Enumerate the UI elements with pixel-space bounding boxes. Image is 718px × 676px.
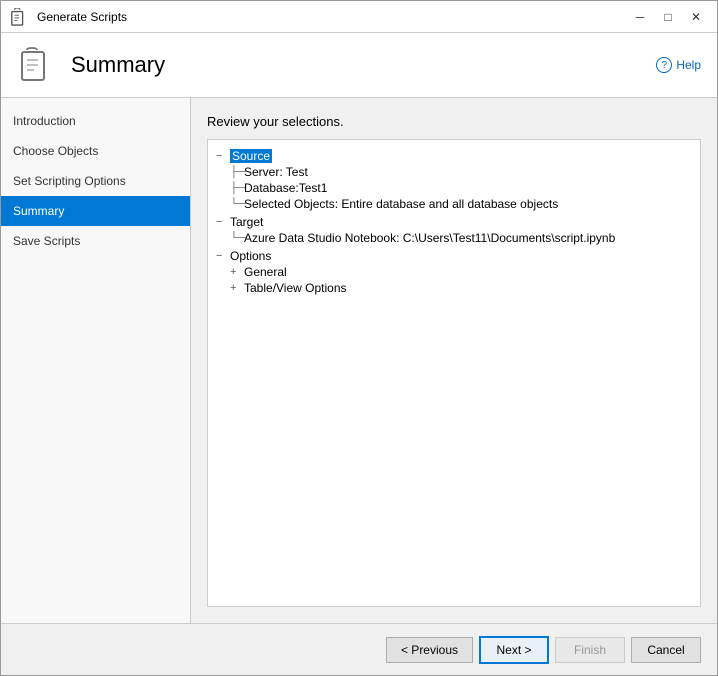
- review-label: Review your selections.: [207, 114, 344, 129]
- sidebar-item-introduction[interactable]: Introduction: [1, 106, 190, 136]
- options-toggle[interactable]: −: [216, 250, 230, 262]
- sidebar-item-set-scripting-options[interactable]: Set Scripting Options: [1, 166, 190, 196]
- tree-selected-objects-row: └─ Selected Objects: Entire database and…: [216, 196, 692, 212]
- target-toggle[interactable]: −: [216, 216, 230, 228]
- main-content: Review your selections. − Source ├─ Serv…: [191, 98, 717, 623]
- source-label: Source: [230, 149, 272, 163]
- finish-button[interactable]: Finish: [555, 637, 625, 663]
- app-icon: [9, 7, 29, 27]
- tree-server-row: ├─ Server: Test: [216, 164, 692, 180]
- selected-objects-label: Selected Objects: Entire database and al…: [244, 197, 558, 211]
- header-icon: [17, 45, 57, 85]
- minimize-button[interactable]: ─: [627, 7, 653, 27]
- tree-target-row: − Target: [216, 214, 692, 230]
- sidebar-item-save-scripts[interactable]: Save Scripts: [1, 226, 190, 256]
- tableview-toggle[interactable]: +: [230, 282, 244, 294]
- title-bar: Generate Scripts ─ □ ✕: [1, 1, 717, 33]
- main-window: Generate Scripts ─ □ ✕ Summary ? Help: [0, 0, 718, 676]
- notebook-label: Azure Data Studio Notebook: C:\Users\Tes…: [244, 231, 615, 245]
- target-label: Target: [230, 215, 263, 229]
- sidebar-item-summary[interactable]: Summary: [1, 196, 190, 226]
- cancel-button[interactable]: Cancel: [631, 637, 701, 663]
- header-section: Summary ? Help: [1, 33, 717, 98]
- sidebar: Introduction Choose Objects Set Scriptin…: [1, 98, 191, 623]
- general-label: General: [244, 265, 287, 279]
- help-label: Help: [676, 58, 701, 72]
- tree-source-row: − Source: [216, 148, 692, 164]
- tree-notebook-row: └─ Azure Data Studio Notebook: C:\Users\…: [216, 230, 692, 246]
- main-header: Review your selections.: [207, 114, 701, 129]
- tableview-label: Table/View Options: [244, 281, 347, 295]
- content-area: Introduction Choose Objects Set Scriptin…: [1, 98, 717, 623]
- tree-database-row: ├─ Database:Test1: [216, 180, 692, 196]
- tree-tableview-row: + Table/View Options: [216, 280, 692, 296]
- close-button[interactable]: ✕: [683, 7, 709, 27]
- window-controls: ─ □ ✕: [627, 7, 709, 27]
- help-link[interactable]: ? Help: [656, 57, 701, 73]
- previous-button[interactable]: < Previous: [386, 637, 473, 663]
- tree-general-row: + General: [216, 264, 692, 280]
- server-label: Server: Test: [244, 165, 308, 179]
- options-label: Options: [230, 249, 271, 263]
- next-button[interactable]: Next >: [479, 636, 549, 664]
- footer: < Previous Next > Finish Cancel: [1, 623, 717, 675]
- general-toggle[interactable]: +: [230, 266, 244, 278]
- sidebar-item-choose-objects[interactable]: Choose Objects: [1, 136, 190, 166]
- window-title: Generate Scripts: [37, 10, 627, 24]
- help-icon: ?: [656, 57, 672, 73]
- page-title: Summary: [71, 52, 165, 78]
- maximize-button[interactable]: □: [655, 7, 681, 27]
- tree-options-row: − Options: [216, 248, 692, 264]
- database-label: Database:Test1: [244, 181, 327, 195]
- tree-panel: − Source ├─ Server: Test ├─ Database:Tes…: [207, 139, 701, 607]
- source-toggle[interactable]: −: [216, 150, 230, 162]
